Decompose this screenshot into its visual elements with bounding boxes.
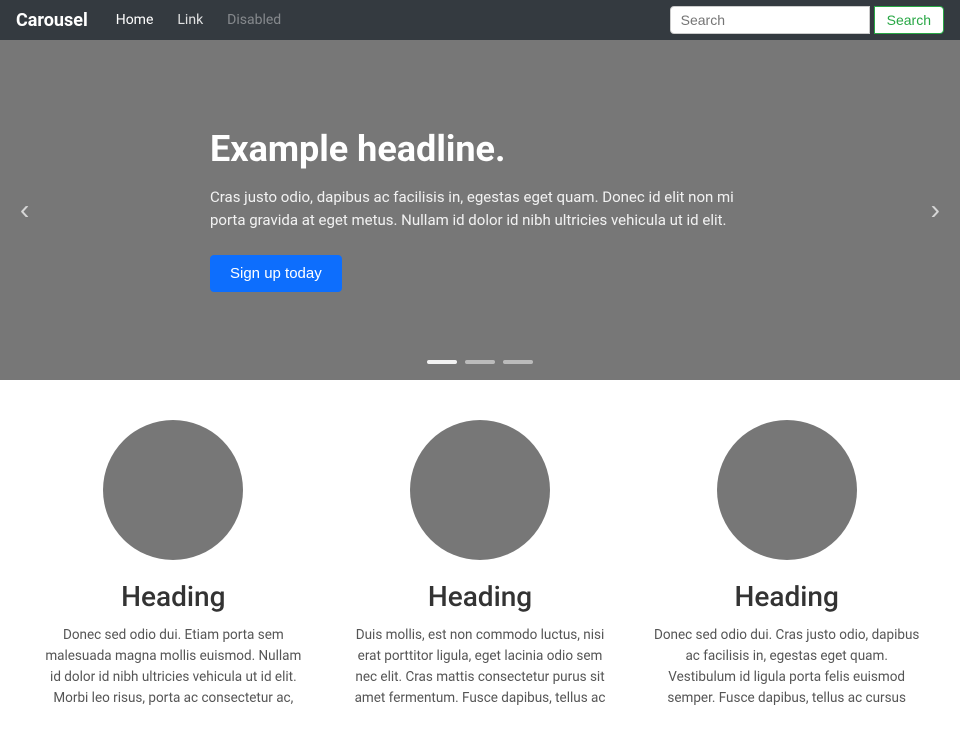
nav-link-link[interactable]: Link <box>165 0 215 40</box>
carousel-prev-button[interactable]: ‹ <box>10 186 39 234</box>
col-2-heading: Heading <box>347 580 614 613</box>
nav-link-disabled: Disabled <box>215 0 293 40</box>
col-3-heading: Heading <box>653 580 920 613</box>
carousel-indicators <box>427 360 533 364</box>
circle-image-3 <box>717 420 857 560</box>
search-button[interactable]: Search <box>874 6 944 34</box>
circle-image-2 <box>410 420 550 560</box>
carousel-body: Cras justo odio, dapibus ac facilisis in… <box>210 186 750 231</box>
carousel-headline: Example headline. <box>210 128 750 170</box>
col-2-body: Duis mollis, est non commodo luctus, nis… <box>347 625 614 709</box>
col-1-heading: Heading <box>40 580 307 613</box>
navbar-brand: Carousel <box>16 10 88 31</box>
search-form: Search <box>670 6 944 34</box>
content-col-2: Heading Duis mollis, est non commodo luc… <box>327 420 634 709</box>
carousel-indicator-0[interactable] <box>427 360 457 364</box>
circle-image-1 <box>103 420 243 560</box>
nav-link-home[interactable]: Home <box>104 0 166 40</box>
col-1-body: Donec sed odio dui. Etiam porta sem male… <box>40 625 307 709</box>
carousel-slide: Example headline. Cras justo odio, dapib… <box>130 128 830 292</box>
content-section: Heading Donec sed odio dui. Etiam porta … <box>0 380 960 729</box>
carousel-next-button[interactable]: › <box>921 186 950 234</box>
content-col-3: Heading Donec sed odio dui. Cras justo o… <box>633 420 940 709</box>
navbar: Carousel Home Link Disabled Search <box>0 0 960 40</box>
carousel-indicator-1[interactable] <box>465 360 495 364</box>
carousel-cta-button[interactable]: Sign up today <box>210 255 342 292</box>
search-input[interactable] <box>670 6 870 34</box>
carousel-indicator-2[interactable] <box>503 360 533 364</box>
col-3-body: Donec sed odio dui. Cras justo odio, dap… <box>653 625 920 709</box>
carousel: ‹ Example headline. Cras justo odio, dap… <box>0 40 960 380</box>
content-col-1: Heading Donec sed odio dui. Etiam porta … <box>20 420 327 709</box>
